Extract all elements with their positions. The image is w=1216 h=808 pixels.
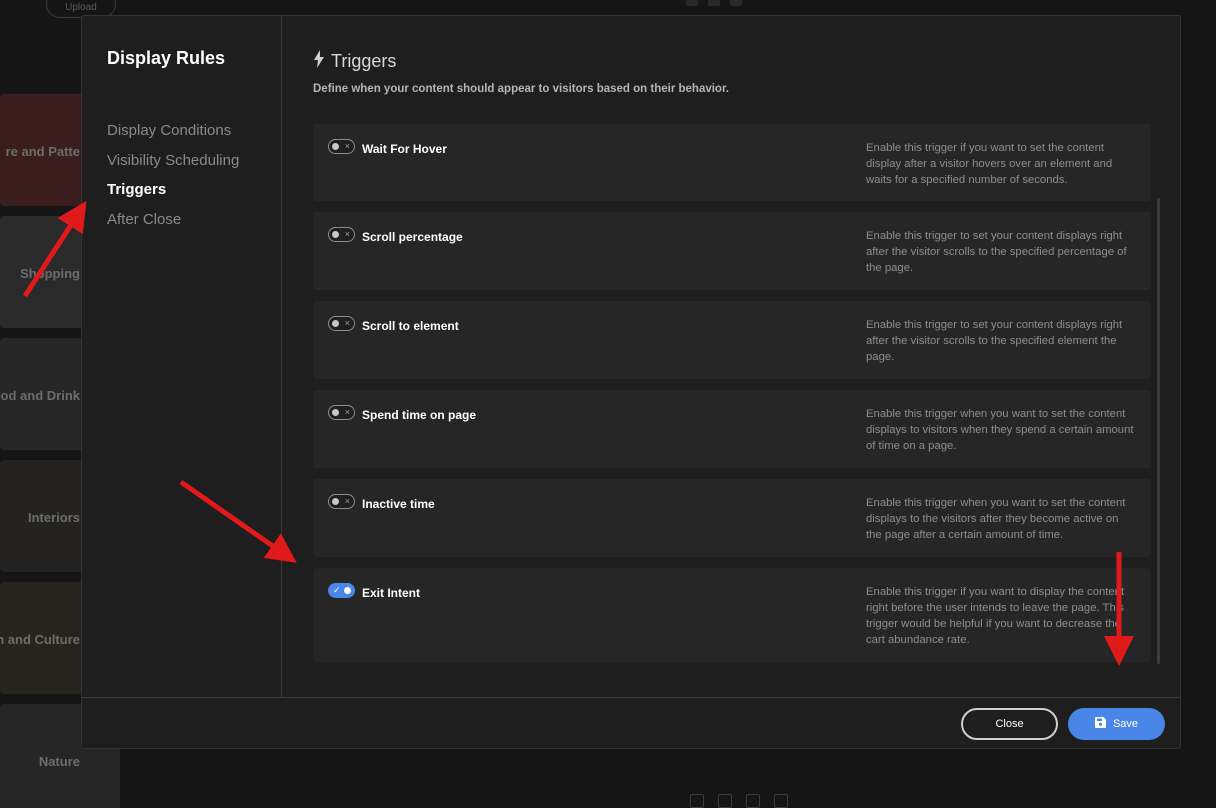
toggle-off-icon: × (344, 229, 350, 239)
spend-time-on-page-toggle[interactable]: × (328, 405, 355, 420)
nav-item-triggers[interactable]: Triggers (107, 180, 239, 210)
toggle-knob (344, 587, 351, 594)
inactive-time-toggle[interactable]: × (328, 494, 355, 509)
toggle-knob (332, 231, 339, 238)
trigger-card-exit-intent: ✓ Exit Intent Enable this trigger if you… (313, 568, 1151, 662)
background-category-label: re and Patte (5, 144, 80, 159)
trigger-name: Inactive time (362, 497, 435, 511)
background-category-label: Interiors (27, 510, 80, 525)
toggle-check-icon: ✓ (333, 585, 341, 595)
trigger-card-scroll-percentage: × Scroll percentage Enable this trigger … (313, 212, 1151, 290)
nav-item-visibility-scheduling[interactable]: Visibility Scheduling (107, 151, 239, 181)
trigger-card-wait-for-hover: × Wait For Hover Enable this trigger if … (313, 124, 1151, 201)
modal-title: Display Rules (107, 48, 226, 68)
toggle-off-icon: × (344, 407, 350, 417)
save-button-label: Save (1112, 718, 1139, 730)
trigger-description: Enable this trigger if you want to displ… (866, 586, 1125, 646)
trigger-name: Exit Intent (362, 586, 421, 600)
trigger-description: Enable this trigger to set your content … (866, 319, 1123, 363)
trigger-card-scroll-to-element: × Scroll to element Enable this trigger … (313, 301, 1151, 379)
toggle-knob (332, 498, 339, 505)
toggle-knob (332, 320, 339, 327)
background-category-label: Nature (38, 754, 80, 769)
list-scrollbar[interactable] (1157, 198, 1160, 664)
trigger-name: Scroll percentage (362, 230, 463, 244)
background-category-label: n and Culture (0, 632, 80, 647)
section-description: Define when your content should appear t… (313, 83, 729, 95)
close-button[interactable]: Close (961, 708, 1058, 740)
sidebar-nav: Display Conditions Visibility Scheduling… (107, 121, 239, 239)
trigger-name: Wait For Hover (362, 142, 447, 156)
trigger-description: Enable this trigger when you want to set… (866, 408, 1134, 452)
modal-sidebar: Display Rules Display Conditions Visibil… (82, 16, 282, 697)
modal-footer: Close Save (82, 697, 1180, 749)
save-button[interactable]: Save (1068, 708, 1165, 740)
wait-for-hover-toggle[interactable]: × (328, 139, 355, 154)
triggers-panel: Triggers Define when your content should… (283, 16, 1180, 697)
section-title-text: Triggers (331, 51, 397, 71)
trigger-name: Scroll to element (362, 319, 459, 333)
section-title: Triggers (313, 50, 396, 73)
toggle-knob (332, 143, 339, 150)
trigger-list: × Wait For Hover Enable this trigger if … (313, 124, 1151, 673)
toggle-knob (332, 409, 339, 416)
lightning-icon (313, 50, 325, 73)
trigger-description: Enable this trigger when you want to set… (866, 497, 1126, 541)
bottom-toolbar-icons (690, 794, 788, 808)
trigger-card-spend-time-on-page: × Spend time on page Enable this trigger… (313, 390, 1151, 468)
display-rules-modal: Display Rules Display Conditions Visibil… (81, 15, 1181, 749)
toggle-off-icon: × (344, 141, 350, 151)
toggle-off-icon: × (344, 318, 350, 328)
trigger-card-inactive-time: × Inactive time Enable this trigger when… (313, 479, 1151, 557)
trigger-description: Enable this trigger to set your content … (866, 230, 1127, 274)
exit-intent-toggle[interactable]: ✓ (328, 583, 355, 598)
nav-item-after-close[interactable]: After Close (107, 210, 239, 240)
nav-item-display-conditions[interactable]: Display Conditions (107, 121, 239, 151)
toggle-off-icon: × (344, 496, 350, 506)
scroll-percentage-toggle[interactable]: × (328, 227, 355, 242)
save-icon (1094, 717, 1106, 731)
trigger-description: Enable this trigger if you want to set t… (866, 142, 1113, 186)
top-toolbar-icons (686, 0, 742, 6)
trigger-name: Spend time on page (362, 408, 477, 422)
scroll-to-element-toggle[interactable]: × (328, 316, 355, 331)
background-category-label: Shopping (20, 266, 80, 281)
background-category-label: od and Drink (0, 388, 80, 403)
